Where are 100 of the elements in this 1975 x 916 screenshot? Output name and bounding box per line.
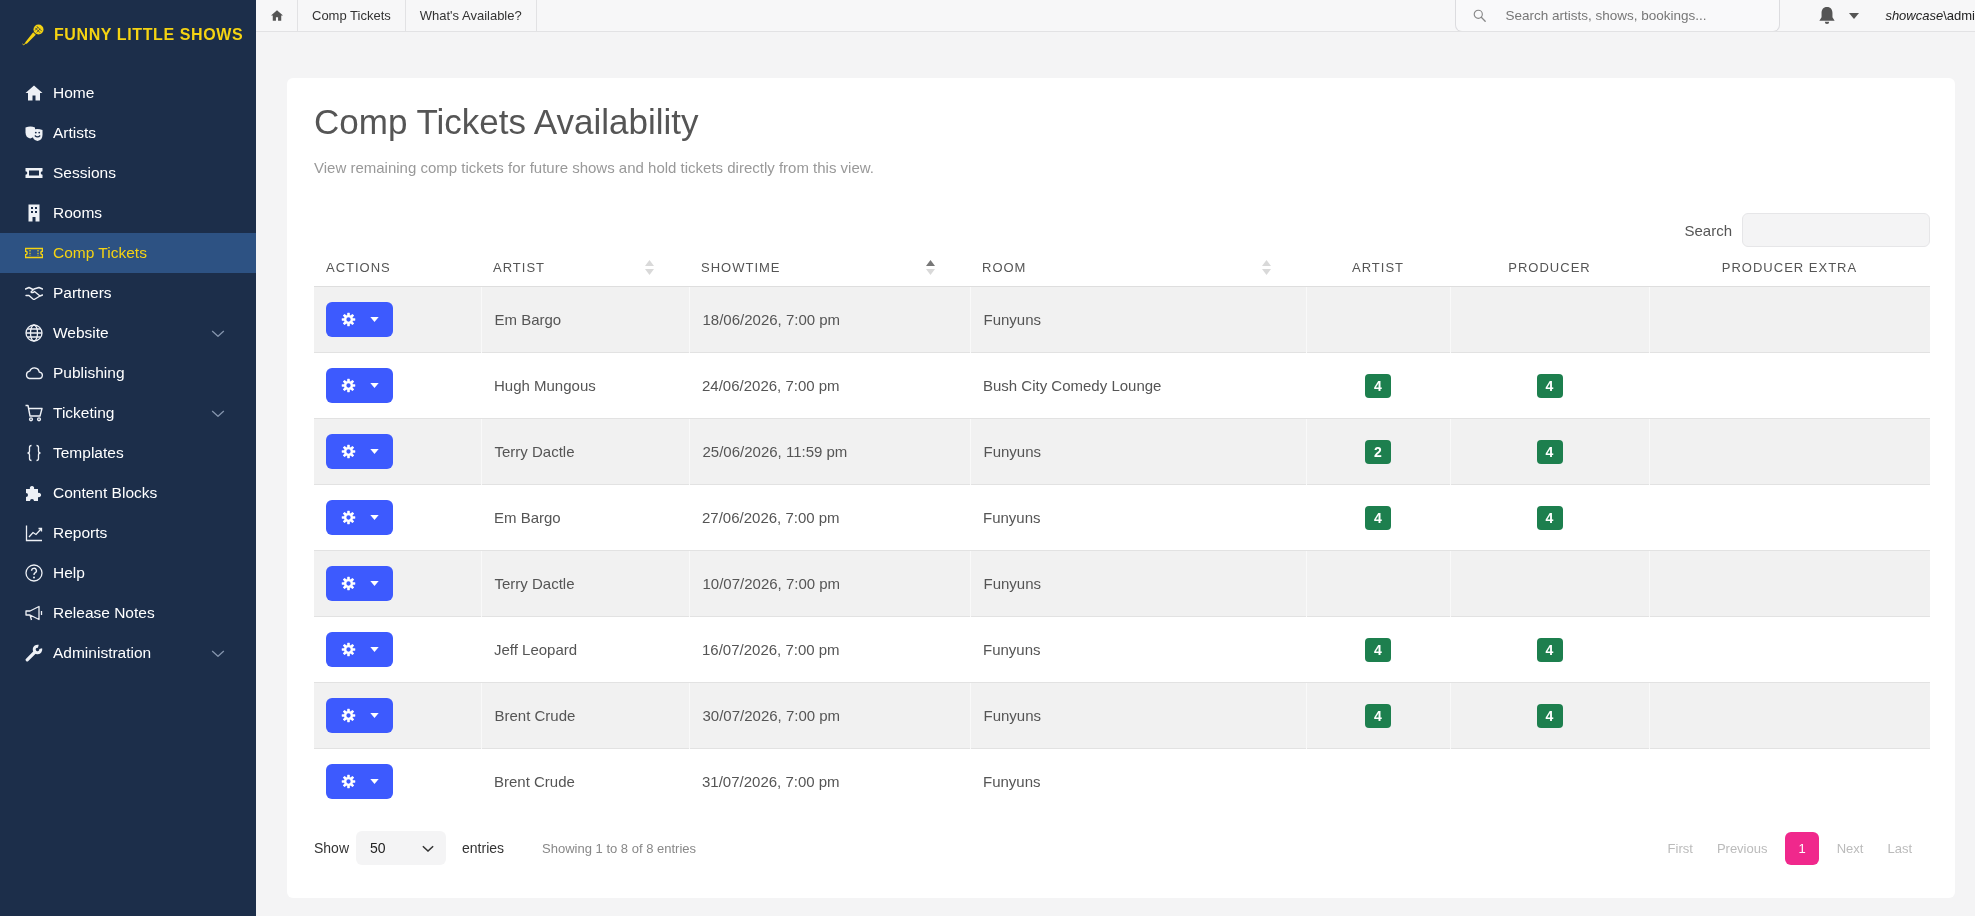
count-badge: 4 — [1536, 373, 1563, 398]
sidebar-item[interactable]: Release Notes — [0, 593, 256, 633]
sidebar-item[interactable]: Partners — [0, 273, 256, 313]
cloud-icon — [25, 364, 43, 382]
table-cell: Brent Crude — [481, 748, 689, 814]
entries-label: entries — [462, 840, 505, 856]
table-cell: Em Bargo — [481, 286, 689, 353]
column-header[interactable]: ROOM — [970, 248, 1306, 287]
caret-icon — [370, 581, 379, 586]
sidebar-item[interactable]: Ticketing — [0, 393, 256, 433]
line-chart-icon — [25, 524, 43, 542]
page-length-label: Show — [314, 840, 350, 856]
column-header[interactable]: ARTIST — [481, 248, 689, 287]
sidebar-item[interactable]: Reports — [0, 513, 256, 553]
actions-button[interactable] — [326, 632, 393, 667]
user-name[interactable]: showcase\admi — [1885, 8, 1975, 23]
chevron-down-icon — [211, 649, 225, 657]
masks-icon — [25, 124, 43, 142]
actions-button[interactable] — [326, 566, 393, 601]
help-icon — [25, 564, 43, 582]
column-header[interactable]: SHOWTIME — [689, 248, 970, 287]
handshake-icon — [25, 284, 43, 302]
page-subtitle: View remaining comp tickets for future shows and hold tickets directly from this view. — [314, 158, 874, 178]
table-cell: Funyuns — [970, 748, 1306, 814]
caret-icon — [370, 317, 379, 322]
caret-icon — [370, 449, 379, 454]
gear-icon — [341, 576, 356, 591]
sidebar-item[interactable]: Comp Tickets — [0, 233, 256, 273]
table-cell: 18/06/2026, 7:00 pm — [689, 286, 970, 353]
table-cell: Funyuns — [970, 418, 1306, 485]
table-cell: 30/07/2026, 7:00 pm — [689, 682, 970, 749]
braces-icon — [25, 444, 43, 462]
actions-button[interactable] — [326, 764, 393, 799]
table-cell: 25/06/2026, 11:59 pm — [689, 418, 970, 485]
count-badge: 2 — [1365, 439, 1391, 464]
wrench-icon — [25, 644, 43, 662]
page-title: Comp Tickets Availability — [314, 102, 699, 142]
table-cell: Terry Dactle — [481, 418, 689, 485]
logo-text: FUNNY LITTLE SHOWS — [54, 26, 244, 44]
chevron-down-icon — [211, 409, 225, 417]
caret-icon — [370, 779, 379, 784]
count-badge: 4 — [1365, 505, 1391, 530]
count-badge: 4 — [1536, 703, 1563, 728]
sidebar-item[interactable]: Rooms — [0, 193, 256, 233]
actions-button[interactable] — [326, 698, 393, 733]
page-length-select[interactable]: 50 — [356, 831, 447, 865]
table-cell: Terry Dactle — [481, 550, 689, 617]
table-cell: 31/07/2026, 7:00 pm — [689, 748, 970, 814]
search-field[interactable]: Search artists, shows, bookings... — [1455, 0, 1781, 31]
count-badge: 4 — [1536, 637, 1563, 662]
chevron-down-icon — [422, 844, 435, 852]
table-info: Showing 1 to 8 of 8 entries — [542, 840, 696, 856]
sidebar-item[interactable]: Artists — [0, 113, 256, 153]
home-icon[interactable] — [270, 10, 283, 21]
table-cell: Funyuns — [970, 682, 1306, 749]
search-input[interactable] — [1742, 213, 1930, 247]
table-cell: Brent Crude — [481, 682, 689, 749]
actions-button[interactable] — [326, 302, 393, 337]
table-cell: 10/07/2026, 7:00 pm — [689, 550, 970, 617]
actions-button[interactable] — [326, 434, 393, 469]
gear-icon — [341, 312, 356, 327]
gear-icon — [341, 774, 356, 789]
megaphone-icon — [25, 604, 43, 622]
gear-icon — [341, 510, 356, 525]
column-header: PRODUCER EXTRA — [1649, 248, 1930, 287]
gear-icon — [341, 378, 356, 393]
gear-icon — [341, 642, 356, 657]
breadcrumb-link[interactable]: Comp Tickets — [298, 0, 406, 31]
caret-icon[interactable] — [1849, 12, 1860, 19]
count-badge: 4 — [1365, 373, 1391, 398]
sidebar-item[interactable]: Home — [0, 73, 256, 113]
cart-icon — [25, 404, 43, 422]
sidebar-item[interactable]: Website — [0, 313, 256, 353]
microphone-icon — [22, 24, 45, 46]
pagination-button[interactable]: 1 — [1785, 831, 1819, 865]
table-cell: Funyuns — [970, 286, 1306, 353]
caret-icon — [370, 383, 379, 388]
sidebar-item[interactable]: Sessions — [0, 153, 256, 193]
sidebar-item[interactable]: Publishing — [0, 353, 256, 393]
caret-icon — [370, 713, 379, 718]
actions-button[interactable] — [326, 368, 393, 403]
breadcrumb-link[interactable]: What's Available? — [405, 0, 537, 31]
caret-icon — [370, 647, 379, 652]
gear-icon — [341, 444, 356, 459]
home-icon — [25, 84, 43, 102]
count-badge: 4 — [1536, 505, 1563, 530]
bell-icon[interactable] — [1819, 6, 1836, 25]
sidebar-item[interactable]: Content Blocks — [0, 473, 256, 513]
search-icon — [1473, 9, 1487, 22]
puzzle-icon — [25, 484, 43, 502]
sidebar-item[interactable]: Help — [0, 553, 256, 593]
sidebar-item[interactable]: Templates — [0, 433, 256, 473]
gear-icon — [341, 708, 356, 723]
search-label: Search — [1684, 221, 1732, 239]
table-cell: Funyuns — [970, 550, 1306, 617]
sidebar-item[interactable]: Administration — [0, 633, 256, 673]
count-badge: 4 — [1536, 439, 1563, 464]
column-header: ARTIST — [1306, 248, 1450, 287]
actions-button[interactable] — [326, 500, 393, 535]
caret-icon — [370, 515, 379, 520]
